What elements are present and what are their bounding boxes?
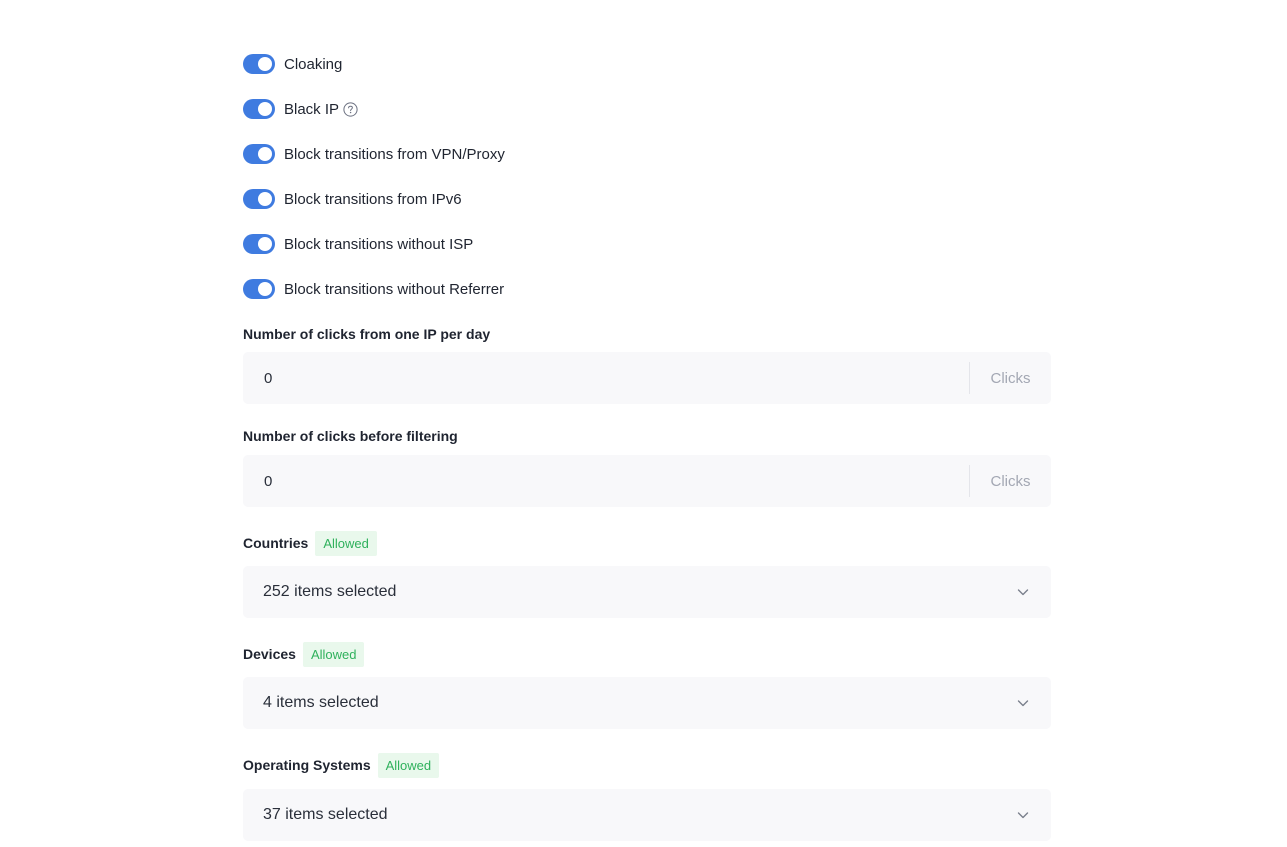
chevron-down-icon[interactable] <box>1016 808 1030 822</box>
clicks-before-filtering-field[interactable]: 0 Clicks <box>243 455 1051 507</box>
operating-systems-status-badge: Allowed <box>377 752 440 778</box>
toggle-label-vpn-proxy: Block transitions from VPN/Proxy <box>284 145 505 163</box>
countries-status-badge: Allowed <box>315 530 377 556</box>
toggle-row-ipv6[interactable]: Block transitions from IPv6 <box>243 189 462 209</box>
toggle-row-vpn-proxy[interactable]: Block transitions from VPN/Proxy <box>243 144 505 164</box>
cloaking-toggle[interactable] <box>243 54 275 74</box>
toggle-knob <box>258 282 272 296</box>
ipv6-toggle[interactable] <box>243 189 275 209</box>
devices-label-text: Devices <box>243 646 296 662</box>
toggle-knob <box>258 102 272 116</box>
clicks-per-ip-label: Number of clicks from one IP per day <box>243 321 490 347</box>
black-ip-toggle[interactable] <box>243 99 275 119</box>
question-circle-icon[interactable] <box>343 101 358 117</box>
clicks-per-ip-field[interactable]: 0 Clicks <box>243 352 1051 404</box>
devices-label: Devices Allowed <box>243 641 365 667</box>
toggle-row-isp[interactable]: Block transitions without ISP <box>243 234 473 254</box>
operating-systems-select-value: 37 items selected <box>263 806 388 823</box>
toggle-label-ipv6: Block transitions from IPv6 <box>284 190 462 208</box>
countries-label-text: Countries <box>243 535 309 551</box>
toggle-knob <box>258 57 272 71</box>
toggle-row-black-ip[interactable]: Black IP <box>243 99 358 119</box>
vpn-proxy-toggle[interactable] <box>243 144 275 164</box>
countries-select-value: 252 items selected <box>263 583 397 600</box>
clicks-per-ip-input[interactable]: 0 <box>264 370 969 387</box>
toggle-label-isp: Block transitions without ISP <box>284 235 474 253</box>
isp-toggle[interactable] <box>243 234 275 254</box>
chevron-down-icon[interactable] <box>1016 696 1030 710</box>
toggle-label-referrer: Block transitions without Referrer <box>284 280 505 298</box>
clicks-before-filtering-label: Number of clicks before filtering <box>243 423 458 449</box>
toggle-label-cloaking: Cloaking <box>284 55 343 73</box>
toggle-row-referrer[interactable]: Block transitions without Referrer <box>243 279 504 299</box>
operating-systems-select[interactable]: 37 items selected <box>243 789 1051 841</box>
chevron-down-icon[interactable] <box>1016 585 1030 599</box>
toggle-knob <box>258 147 272 161</box>
devices-select[interactable]: 4 items selected <box>243 677 1051 729</box>
toggle-label-black-ip: Black IP <box>284 100 340 118</box>
clicks-per-ip-label-text: Number of clicks from one IP per day <box>243 326 491 342</box>
operating-systems-label-text: Operating Systems <box>243 757 371 773</box>
operating-systems-label: Operating Systems Allowed <box>243 752 440 778</box>
devices-status-badge: Allowed <box>302 641 365 667</box>
clicks-before-filtering-input[interactable]: 0 <box>264 473 969 490</box>
referrer-toggle[interactable] <box>243 279 275 299</box>
clicks-before-filtering-label-text: Number of clicks before filtering <box>243 428 458 444</box>
clicks-per-ip-suffix: Clicks <box>990 369 1031 387</box>
countries-select[interactable]: 252 items selected <box>243 566 1051 618</box>
toggle-knob <box>258 192 272 206</box>
devices-select-value: 4 items selected <box>263 694 379 711</box>
countries-label: Countries Allowed <box>243 530 377 556</box>
clicks-before-filtering-suffix: Clicks <box>990 472 1031 490</box>
toggle-knob <box>258 237 272 251</box>
toggle-row-cloaking[interactable]: Cloaking <box>243 54 342 74</box>
